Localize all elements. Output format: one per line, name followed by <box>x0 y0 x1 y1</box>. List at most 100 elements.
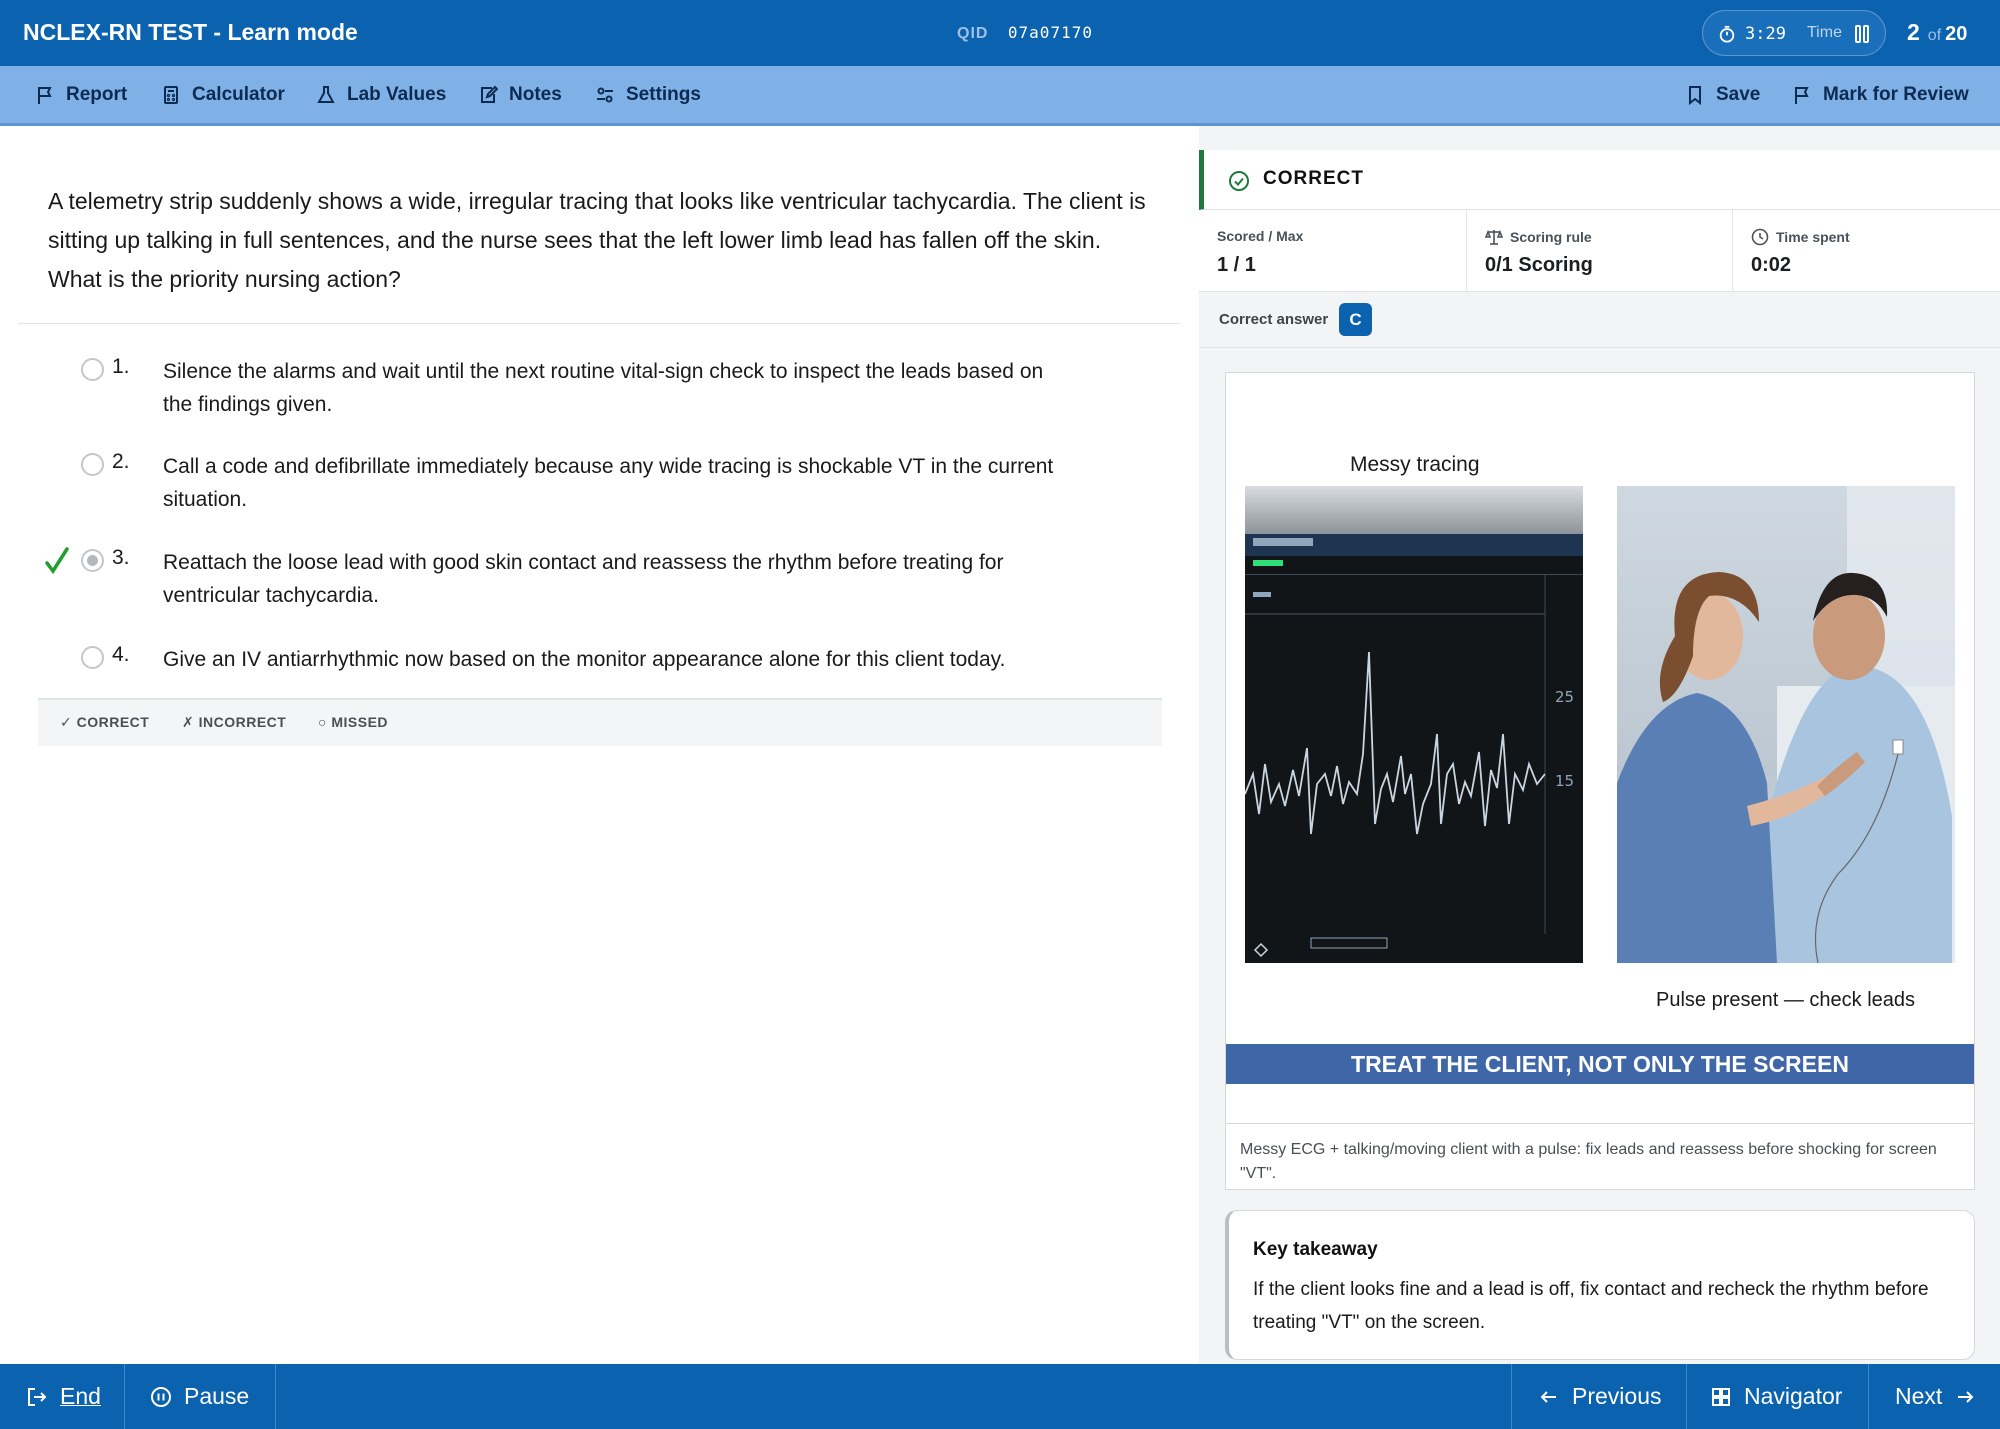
key-takeaway-card: Key takeaway If the client looks fine an… <box>1225 1210 1975 1360</box>
bottom-separator <box>1686 1364 1687 1429</box>
figure-note: Messy ECG + talking/moving client with a… <box>1226 1123 1974 1189</box>
option-number: 1. <box>112 355 130 378</box>
mark-for-review-label: Mark for Review <box>1823 84 1969 105</box>
figure-caption-right: Pulse present — check leads <box>1656 989 1916 1011</box>
bottom-bar: End Pause Previous Navigator Next <box>0 1364 2000 1429</box>
top-header: NCLEX-RN TEST - Learn mode QID 07a07170 … <box>0 0 2000 66</box>
calculator-button[interactable]: Calculator <box>161 66 285 124</box>
qid-label: QID <box>957 25 989 42</box>
report-button[interactable]: Report <box>35 66 127 124</box>
stopwatch-icon <box>1719 25 1735 43</box>
next-label: Next <box>1895 1383 1943 1409</box>
option-text: Silence the alarms and wait until the ne… <box>163 360 1044 416</box>
stat-scored: Scored / Max 1 / 1 <box>1199 210 1467 292</box>
question-counter: 2 of 20 <box>1907 19 1967 46</box>
nurse-patient-illustration <box>1617 486 1955 963</box>
stem-divider <box>18 323 1181 324</box>
notes-button[interactable]: Notes <box>478 66 562 124</box>
flag-icon <box>38 87 52 104</box>
app-title: NCLEX-RN TEST - Learn mode <box>23 19 358 45</box>
bookmark-icon <box>1689 86 1701 105</box>
previous-label: Previous <box>1572 1383 1662 1409</box>
exit-icon <box>28 1387 47 1406</box>
timer-label: Time <box>1807 24 1842 41</box>
result-header: CORRECT <box>1199 150 2000 210</box>
grid-icon <box>1712 1387 1730 1406</box>
result-status: CORRECT <box>1263 168 1364 189</box>
option-radio[interactable] <box>81 453 104 476</box>
mark-for-review-button[interactable]: Mark for Review <box>1792 66 1969 124</box>
scored-label: Scored / Max <box>1217 228 1304 244</box>
lab-values-label: Lab Values <box>347 84 447 105</box>
navigator-button[interactable]: Navigator <box>1710 1364 1842 1429</box>
stat-scoring-rule: Scoring rule 0/1 Scoring <box>1467 210 1733 292</box>
arrow-left-icon <box>1540 1390 1556 1403</box>
correct-answer-row: Correct answer C <box>1199 292 2000 348</box>
answer-legend: ✓ CORRECT ✗ INCORRECT ○ MISSED <box>38 698 1162 746</box>
time-spent-heading: Time spent <box>1751 228 1850 246</box>
end-button[interactable]: End <box>26 1364 101 1429</box>
option-text: Reattach the loose lead with good skin c… <box>163 551 1004 607</box>
option-number: 3. <box>112 546 130 569</box>
qid-value: 07a07170 <box>1007 23 1093 42</box>
correct-answer-badge: C <box>1339 303 1372 336</box>
scored-value: 1 / 1 <box>1217 254 1256 276</box>
option-number: 4. <box>112 643 130 666</box>
bottom-separator <box>124 1364 125 1429</box>
option-number: 2. <box>112 450 130 473</box>
question-of: of <box>1927 27 1942 44</box>
notes-label: Notes <box>509 84 562 105</box>
previous-button[interactable]: Previous <box>1538 1364 1661 1429</box>
timer-pill[interactable]: 3:29 Time <box>1702 10 1886 56</box>
option-text: Give an IV antiarrhythmic now based on t… <box>163 648 1006 671</box>
takeaway-title: Key takeaway <box>1253 1239 1378 1260</box>
bottom-separator <box>275 1364 276 1429</box>
lab-values-button[interactable]: Lab Values <box>316 66 446 124</box>
figure-caption-left: Messy tracing <box>1350 453 1480 476</box>
figure-banner: TREAT THE CLIENT, NOT ONLY THE SCREEN <box>1226 1044 1974 1084</box>
timer-value: 3:29 <box>1745 24 1786 44</box>
takeaway-body: If the client looks fine and a lead is o… <box>1253 1279 1929 1333</box>
pause-timer-icon[interactable] <box>1854 24 1870 44</box>
report-label: Report <box>66 84 128 105</box>
calculator-icon <box>164 86 178 104</box>
option-radio-selected[interactable] <box>81 549 104 572</box>
settings-button[interactable]: Settings <box>595 66 701 124</box>
question-current: 2 <box>1907 19 1920 45</box>
explanation-panel: CORRECT Scored / Max 1 / 1 Scoring rule … <box>1199 126 2000 1364</box>
correct-answer-label: Correct answer <box>1219 311 1329 328</box>
explanation-figure: Messy tracing 25 15 Pulse present — chec… <box>1225 372 1975 1190</box>
svg-text:25: 25 <box>1555 688 1574 706</box>
bottom-separator <box>1511 1364 1512 1429</box>
stat-time-spent: Time spent 0:02 <box>1733 210 2000 292</box>
notes-icon <box>481 85 498 103</box>
navigator-label: Navigator <box>1744 1383 1843 1409</box>
nurse-patient-photo <box>1617 486 1955 963</box>
bottom-separator <box>1868 1364 1869 1429</box>
end-label: End <box>60 1383 101 1409</box>
option-radio[interactable] <box>81 646 104 669</box>
scoring-rule-label: Scoring rule <box>1510 229 1592 245</box>
svg-text:15: 15 <box>1555 772 1574 790</box>
settings-label: Settings <box>626 84 701 105</box>
legend-incorrect: ✗ INCORRECT <box>182 714 287 730</box>
next-button[interactable]: Next <box>1895 1364 1976 1429</box>
arrow-right-icon <box>1958 1390 1974 1403</box>
ecg-monitor-image: 25 15 <box>1245 486 1583 963</box>
scoring-rule-value: 0/1 Scoring <box>1485 254 1593 276</box>
legend-missed: ○ MISSED <box>318 714 389 730</box>
time-spent-value: 0:02 <box>1751 254 1792 276</box>
ecg-trace-graphic: 25 15 <box>1245 534 1583 958</box>
toolbar: Report Calculator Lab Values Notes Setti… <box>0 66 2000 126</box>
score-stats: Scored / Max 1 / 1 Scoring rule 0/1 Scor… <box>1199 210 2000 292</box>
option-radio[interactable] <box>81 358 104 381</box>
question-id: QID 07a07170 <box>957 23 1093 43</box>
save-button[interactable]: Save <box>1685 66 1760 124</box>
settings-sliders-icon <box>597 87 613 103</box>
clock-icon <box>1751 228 1769 246</box>
monitor-bezel <box>1245 486 1583 534</box>
correct-check-icon <box>45 547 69 575</box>
pause-button[interactable]: Pause <box>150 1364 249 1429</box>
calculator-label: Calculator <box>192 84 285 105</box>
pause-circle-icon <box>151 1386 171 1407</box>
